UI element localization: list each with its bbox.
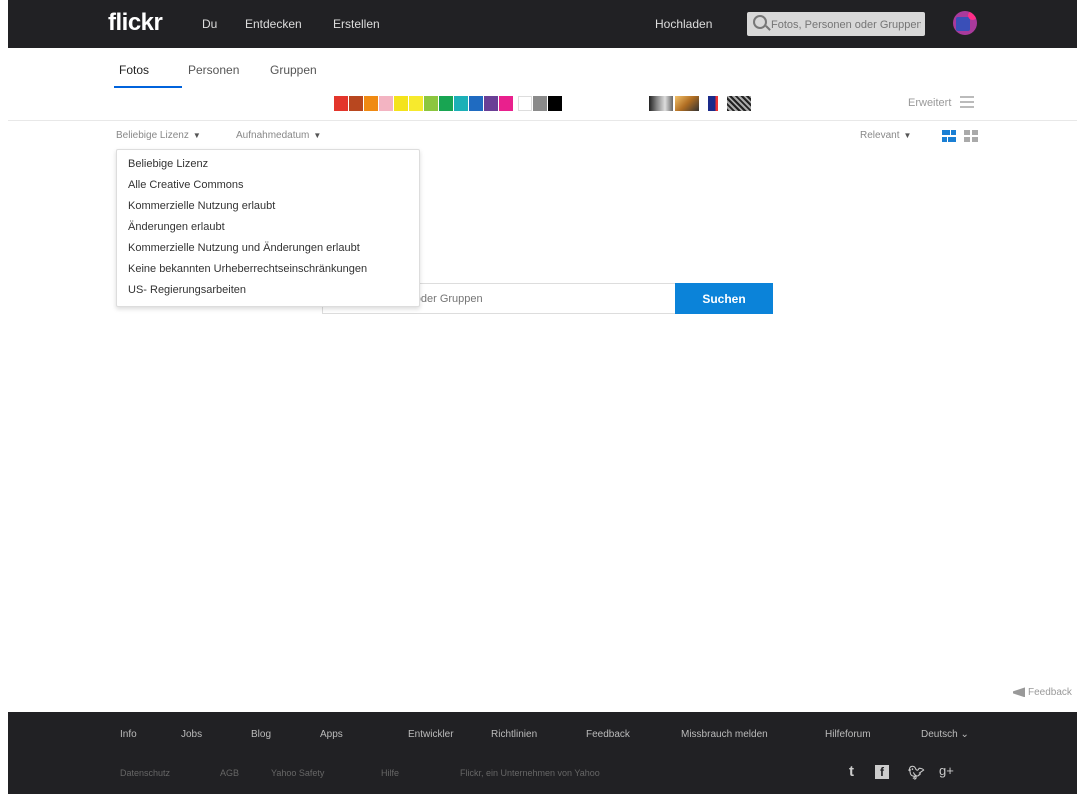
advanced-link[interactable]: Erweitert (908, 97, 951, 109)
color-swatch[interactable] (349, 96, 363, 111)
top-search-box[interactable] (747, 12, 925, 36)
search-icon (753, 15, 767, 29)
dropdown-item-all-cc[interactable]: Alle Creative Commons (128, 179, 244, 191)
color-filter-bar (334, 96, 563, 111)
footer-link-privacy[interactable]: Datenschutz (120, 768, 170, 778)
footer-link-report-abuse[interactable]: Missbrauch melden (681, 729, 768, 740)
color-swatch[interactable] (533, 96, 547, 111)
color-swatch[interactable] (518, 96, 532, 111)
footer-link-apps[interactable]: Apps (320, 729, 343, 740)
twitter-icon[interactable]: 🐦︎ (908, 765, 925, 781)
footer-link-jobs[interactable]: Jobs (181, 729, 202, 740)
footer-link-richtlinien[interactable]: Richtlinien (491, 729, 537, 740)
dropdown-item-any-license[interactable]: Beliebige Lizenz (128, 158, 208, 170)
sort-label: Relevant (860, 130, 900, 141)
color-swatch[interactable] (334, 96, 348, 111)
feedback-tab[interactable]: Feedback (1013, 687, 1072, 698)
dropdown-item-no-copyright[interactable]: Keine bekannten Urheberrechtseinschränku… (128, 263, 367, 275)
license-filter[interactable]: Beliebige Lizenz ▼ (116, 130, 201, 141)
style-patterns[interactable] (727, 96, 751, 111)
dropdown-item-us-government[interactable]: US- Regierungsarbeiten (128, 284, 246, 296)
divider (8, 120, 1077, 121)
footer-link-hilfe[interactable]: Hilfe (381, 768, 399, 778)
footer-link-terms[interactable]: AGB (220, 768, 239, 778)
nav-du[interactable]: Du (202, 17, 217, 31)
avatar[interactable] (953, 11, 977, 35)
style-shallow-depth[interactable] (675, 96, 699, 111)
megaphone-icon (1013, 687, 1025, 698)
chevron-down-icon: ⌄ (960, 729, 969, 740)
caret-down-icon: ▼ (192, 131, 201, 140)
facebook-icon[interactable]: f (875, 765, 889, 779)
color-swatch[interactable] (499, 96, 513, 111)
caret-down-icon: ▼ (313, 131, 322, 140)
language-selector[interactable]: Deutsch ⌄ (921, 729, 969, 740)
active-tab-indicator (114, 86, 182, 88)
footer-company-text: Flickr, ein Unternehmen von Yahoo (460, 768, 600, 778)
top-navbar: flickr Du Entdecken Erstellen Hochladen (8, 0, 1077, 48)
nav-entdecken[interactable]: Entdecken (245, 17, 302, 31)
color-swatch[interactable] (469, 96, 483, 111)
feedback-tab-label: Feedback (1028, 687, 1072, 698)
footer: Info Jobs Blog Apps Entwickler Richtlini… (8, 712, 1077, 794)
dropdown-item-commercial-mods[interactable]: Kommerzielle Nutzung und Änderungen erla… (128, 242, 360, 254)
color-swatch[interactable] (548, 96, 562, 111)
footer-link-yahoo-safety[interactable]: Yahoo Safety (271, 768, 324, 778)
tab-fotos[interactable]: Fotos (119, 63, 149, 77)
footer-link-entwickler[interactable]: Entwickler (408, 729, 454, 740)
caret-down-icon: ▼ (903, 131, 912, 140)
page: flickr Du Entdecken Erstellen Hochladen … (8, 0, 1077, 794)
footer-link-help-forum[interactable]: Hilfeforum (825, 729, 871, 740)
sort-dropdown[interactable]: Relevant ▼ (860, 130, 911, 141)
flickr-logo[interactable]: flickr (108, 9, 163, 37)
date-filter[interactable]: Aufnahmedatum ▼ (236, 130, 321, 141)
color-swatch[interactable] (484, 96, 498, 111)
tab-gruppen[interactable]: Gruppen (270, 63, 317, 77)
justified-view-icon[interactable] (942, 130, 956, 142)
footer-link-info[interactable]: Info (120, 729, 137, 740)
style-black-white[interactable] (649, 96, 673, 111)
dropdown-item-modifications[interactable]: Änderungen erlaubt (128, 221, 225, 233)
search-button[interactable]: Suchen (675, 283, 773, 314)
license-dropdown-menu: Beliebige Lizenz Alle Creative Commons K… (116, 149, 420, 307)
license-filter-label: Beliebige Lizenz (116, 130, 189, 141)
date-filter-label: Aufnahmedatum (236, 130, 310, 141)
nav-erstellen[interactable]: Erstellen (333, 17, 380, 31)
google-plus-icon[interactable]: g+ (939, 763, 954, 778)
tumblr-icon[interactable]: t (849, 763, 854, 780)
color-swatch[interactable] (439, 96, 453, 111)
grid-view-icon[interactable] (964, 130, 978, 142)
advanced-menu-icon[interactable] (960, 96, 974, 108)
search-type-tabs: Fotos Personen Gruppen (8, 48, 1077, 88)
color-swatch[interactable] (454, 96, 468, 111)
color-swatch[interactable] (364, 96, 378, 111)
color-swatch[interactable] (394, 96, 408, 111)
tab-personen[interactable]: Personen (188, 63, 239, 77)
dropdown-item-commercial[interactable]: Kommerzielle Nutzung erlaubt (128, 200, 275, 212)
top-search-input[interactable] (769, 15, 923, 35)
footer-link-feedback[interactable]: Feedback (586, 729, 630, 740)
language-label: Deutsch (921, 729, 958, 740)
upload-link[interactable]: Hochladen (655, 17, 712, 31)
color-swatch[interactable] (379, 96, 393, 111)
color-swatch[interactable] (424, 96, 438, 111)
footer-link-blog[interactable]: Blog (251, 729, 271, 740)
style-minimalist[interactable] (701, 96, 725, 111)
color-swatch[interactable] (409, 96, 423, 111)
